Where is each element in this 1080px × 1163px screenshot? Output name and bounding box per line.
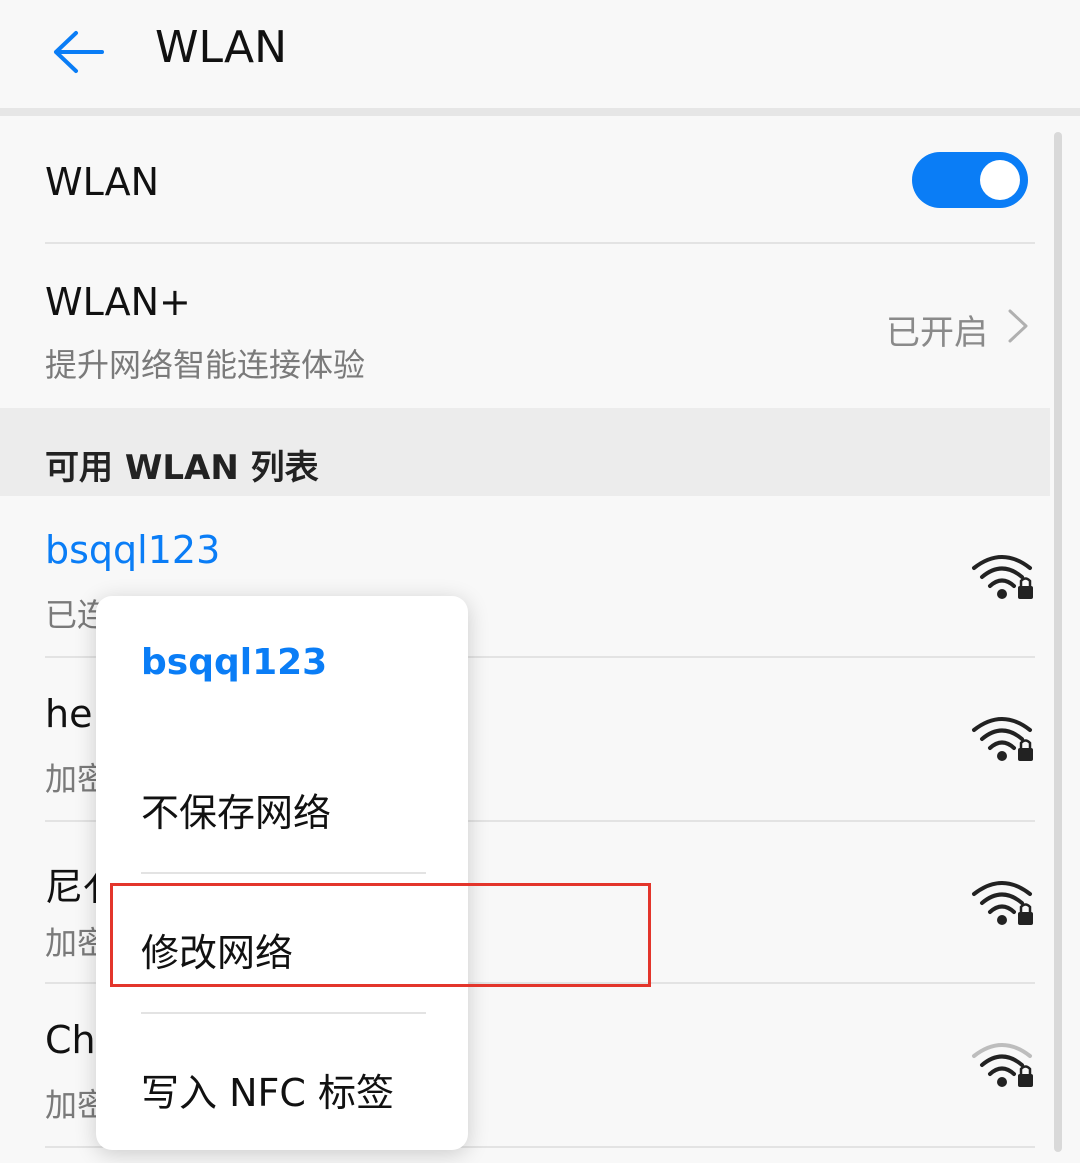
menu-divider — [141, 872, 426, 874]
menu-divider — [141, 1012, 426, 1014]
wlan-toggle-switch[interactable] — [912, 152, 1028, 208]
network-name: Ch — [45, 1018, 96, 1062]
wifi-locked-icon — [972, 717, 1033, 761]
network-context-menu: bsqql123 不保存网络 修改网络 写入 NFC 标签 — [96, 596, 468, 1150]
wlan-plus-status: 已开启 — [886, 313, 988, 353]
wlan-plus-label: WLAN+ — [45, 280, 191, 324]
wifi-locked-icon — [972, 881, 1033, 925]
page-title: WLAN — [155, 22, 288, 73]
wlan-toggle-label: WLAN — [45, 160, 160, 204]
wlan-toggle-row[interactable]: WLAN — [0, 116, 1050, 244]
wifi-locked-icon — [972, 1043, 1033, 1087]
network-name: bsqql123 — [45, 528, 221, 572]
network-name: hel — [45, 692, 104, 736]
header-divider — [0, 108, 1080, 116]
write-nfc-tag-item[interactable]: 写入 NFC 标签 — [141, 1062, 394, 1117]
toggle-knob — [980, 160, 1020, 200]
menu-title: bsqql123 — [141, 642, 328, 683]
back-button[interactable] — [40, 22, 112, 82]
highlight-annotation-box — [110, 883, 651, 987]
scrollbar[interactable] — [1054, 132, 1062, 1152]
top-app-bar: WLAN — [0, 0, 1080, 110]
arrow-left-icon — [54, 31, 104, 73]
wlan-plus-subtitle: 提升网络智能连接体验 — [45, 346, 366, 384]
forget-network-item[interactable]: 不保存网络 — [141, 782, 331, 837]
wifi-locked-icon — [972, 555, 1033, 599]
chevron-right-icon — [1008, 309, 1028, 343]
available-networks-title: 可用 WLAN 列表 — [45, 448, 319, 488]
